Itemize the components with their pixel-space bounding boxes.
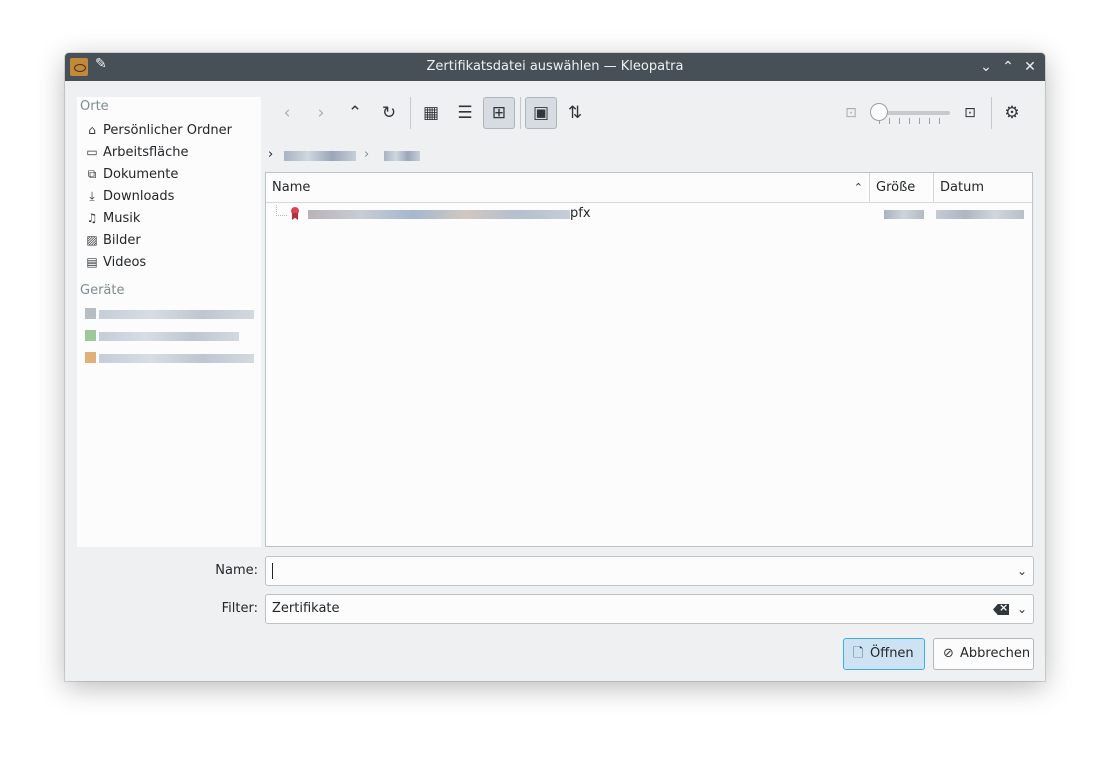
chevron-right-icon[interactable]: › (268, 145, 273, 165)
sidebar-item-desktop[interactable]: ▭ Arbeitsfläche (83, 141, 259, 163)
forward-button[interactable]: › (305, 97, 337, 129)
filter-label: Filter: (221, 601, 258, 616)
tree-branch-line (276, 205, 287, 216)
zoom-out-icon[interactable]: ⊡ (835, 97, 867, 129)
pictures-icon: ▨ (86, 233, 98, 247)
close-button[interactable]: ✕ (1019, 53, 1041, 81)
chevron-down-icon[interactable]: ⌄ (1017, 595, 1027, 623)
filename-combobox[interactable]: ⌄ (265, 556, 1034, 586)
places-section-header: Orte (80, 99, 109, 114)
name-label: Name: (215, 563, 258, 578)
reload-button[interactable]: ↻ (373, 97, 405, 129)
redacted-device-label (99, 332, 239, 341)
toolbar-separator (520, 97, 521, 129)
column-header-date[interactable]: Datum (934, 173, 1032, 203)
drive-icon (85, 308, 96, 319)
sidebar-item-label: Downloads (103, 189, 175, 204)
cancel-icon: ⊘ (943, 646, 954, 661)
toolbar-separator (991, 97, 992, 129)
file-list-view[interactable]: Name ⌃ Größe Datum pfx (265, 172, 1033, 547)
video-icon: ▤ (86, 255, 98, 269)
sidebar-item-label: Dokumente (103, 167, 179, 182)
chevron-right-icon: › (364, 147, 370, 162)
redacted-device-label (99, 354, 254, 363)
drive-icon (85, 330, 96, 341)
window-title: Zertifikatsdatei auswählen — Kleopatra (426, 59, 684, 74)
download-icon: ⤓ (89, 189, 95, 203)
sidebar-device-item[interactable] (83, 325, 259, 347)
zoom-slider-handle[interactable] (870, 103, 888, 121)
certificate-icon (290, 207, 300, 221)
drive-icon (85, 352, 96, 363)
sidebar-item-documents[interactable]: ⧉ Dokumente (83, 163, 259, 185)
zoom-slider-ticks (879, 118, 949, 124)
filter-value: Zertifikate (272, 601, 340, 616)
home-icon: ⌂ (88, 123, 96, 137)
sidebar-item-label: Musik (103, 211, 141, 226)
back-button[interactable]: ‹ (271, 97, 303, 129)
sidebar-item-downloads[interactable]: ⤓ Downloads (83, 185, 259, 207)
sidebar-item-label: Arbeitsfläche (103, 145, 189, 160)
minimize-button[interactable]: ⌄ (975, 53, 997, 81)
parent-folder-button[interactable]: ⌃ (339, 97, 371, 129)
options-button[interactable]: ⚙ (996, 97, 1028, 129)
sidebar-item-label: Persönlicher Ordner (103, 123, 232, 138)
column-header-size[interactable]: Größe (870, 173, 934, 203)
file-extension: pfx (570, 206, 591, 221)
redacted-device-label (99, 310, 254, 319)
sidebar-item-label: Videos (103, 255, 147, 270)
redacted-file-date (936, 210, 1024, 219)
filter-combobox[interactable]: Zertifikate ⌄ (265, 594, 1034, 624)
music-icon: ♫ (86, 211, 98, 225)
places-panel: Orte ⌂ Persönlicher Ordner ▭ Arbeitsfläche… (77, 97, 261, 547)
chevron-down-icon[interactable]: ⌄ (1017, 557, 1027, 585)
sidebar-item-pictures[interactable]: ▨ Bilder (83, 229, 259, 251)
sidebar-device-item[interactable] (83, 347, 259, 369)
devices-section-header: Geräte (80, 283, 125, 298)
sidebar-item-music[interactable]: ♫ Musik (83, 207, 259, 229)
file-row[interactable]: pfx (266, 203, 1032, 225)
compact-view-button[interactable]: ☰ (449, 97, 481, 129)
title-bar[interactable]: ✎ Zertifikatsdatei auswählen — Kleopatra… (65, 53, 1045, 81)
sidebar-item-videos[interactable]: ▤ Videos (83, 251, 259, 273)
sidebar-item-home[interactable]: ⌂ Persönlicher Ordner (83, 119, 259, 141)
maximize-button[interactable]: ⌃ (997, 53, 1019, 81)
breadcrumb-segment-redacted[interactable] (284, 151, 356, 161)
breadcrumb-segment-redacted[interactable] (384, 151, 420, 161)
clear-text-icon[interactable] (993, 604, 1009, 615)
redacted-file-name (308, 210, 570, 219)
preview-button[interactable]: ▣ (525, 97, 557, 129)
tree-view-button[interactable]: ⊞ (483, 97, 515, 129)
icon-view-button[interactable]: ▦ (415, 97, 447, 129)
sidebar-device-item[interactable] (83, 303, 259, 325)
cancel-button-label: Abbrechen (960, 646, 1031, 661)
open-button-label: Öffnen (870, 646, 914, 661)
sidebar-item-label: Bilder (103, 233, 141, 248)
toolbar-separator (410, 97, 411, 129)
column-header-name[interactable]: Name ⌃ (266, 173, 870, 203)
cancel-button[interactable]: ⊘ Abbrechen (933, 638, 1034, 670)
open-button[interactable]: 🗋 Öffnen (843, 638, 925, 670)
file-dialog-window: ✎ Zertifikatsdatei auswählen — Kleopatra… (65, 53, 1045, 681)
documents-icon: ⧉ (87, 167, 97, 181)
text-cursor (272, 563, 273, 579)
sort-ascending-icon: ⌃ (853, 181, 863, 194)
desktop-icon: ▭ (86, 145, 98, 159)
redacted-file-size (884, 210, 924, 219)
zoom-in-icon[interactable]: ⊡ (954, 97, 986, 129)
sort-button[interactable]: ⇅ (559, 97, 591, 129)
document-open-icon: 🗋 (853, 646, 864, 661)
